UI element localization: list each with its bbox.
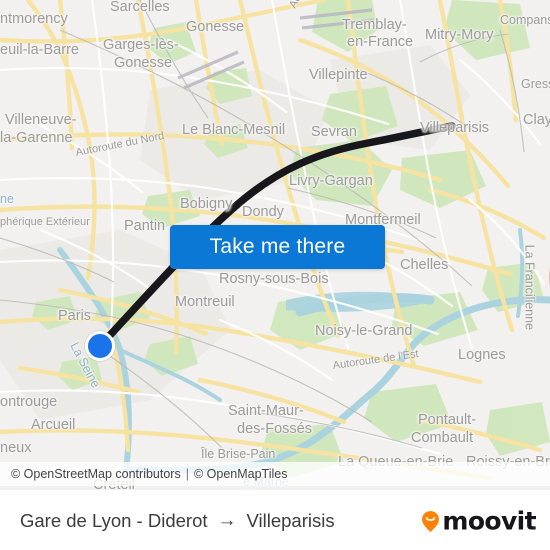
route-origin-label: Gare de Lyon - Diderot bbox=[20, 510, 208, 531]
attribution-separator: | bbox=[185, 467, 189, 481]
route-summary: Gare de Lyon - Diderot → Villeparisis bbox=[0, 510, 335, 532]
osm-attribution-link[interactable]: © OpenStreetMap contributors bbox=[11, 467, 181, 481]
take-me-there-button[interactable]: Take me there bbox=[170, 225, 385, 269]
destination-marker[interactable] bbox=[438, 104, 550, 283]
moovit-logo[interactable]: moovit bbox=[421, 506, 537, 536]
origin-marker[interactable] bbox=[85, 331, 115, 361]
route-destination-label: Villeparisis bbox=[246, 510, 335, 531]
moovit-route-card: ntmorency Sarcelles Gonesse Compans Tremblay… bbox=[0, 0, 550, 550]
map-canvas[interactable]: ntmorency Sarcelles Gonesse Compans Tremblay… bbox=[0, 0, 550, 490]
arrow-right-icon: → bbox=[217, 510, 237, 531]
footer-bar: Gare de Lyon - Diderot → Villeparisis mo… bbox=[0, 490, 550, 550]
map-attribution: © OpenStreetMap contributors | © OpenMap… bbox=[0, 462, 550, 486]
moovit-pin-icon bbox=[421, 510, 440, 532]
take-me-there-label: Take me there bbox=[209, 235, 346, 258]
moovit-wordmark: moovit bbox=[442, 506, 536, 536]
openmaptiles-attribution-link[interactable]: © OpenMapTiles bbox=[194, 467, 288, 481]
